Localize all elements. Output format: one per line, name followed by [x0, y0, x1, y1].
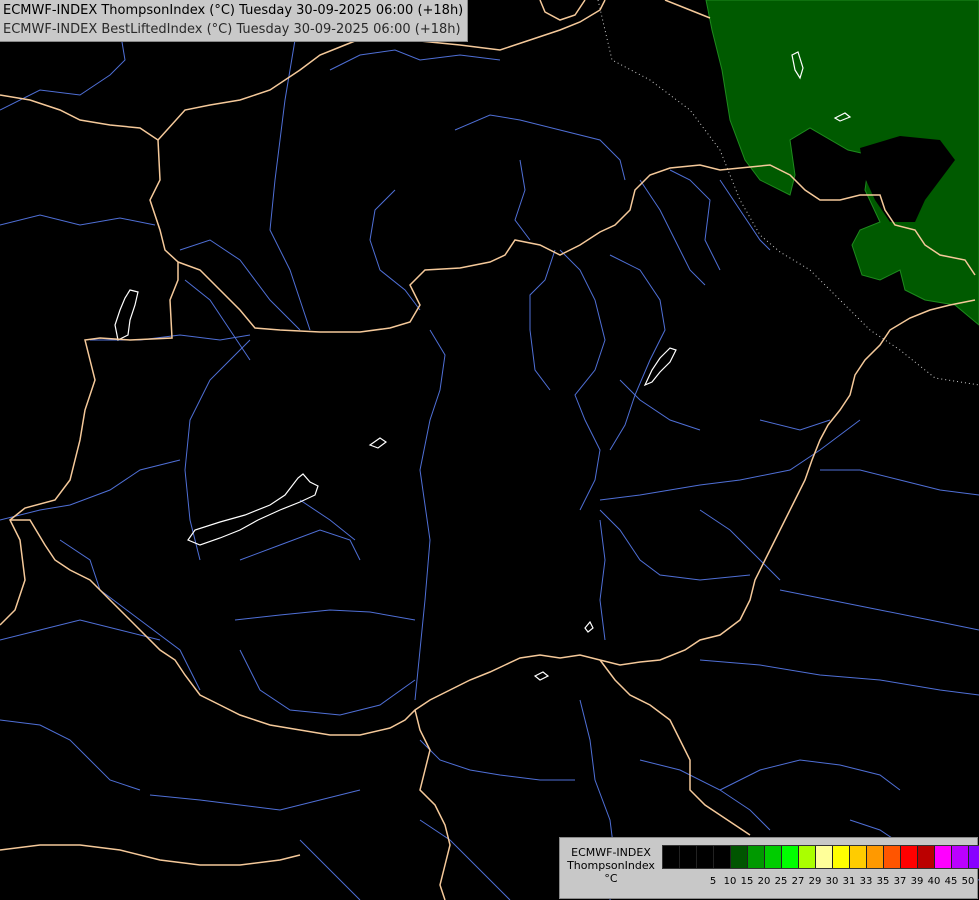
map-title-box: ECMWF-INDEX ThompsonIndex (°C) Tuesday 3…: [0, 0, 469, 42]
legend-swatch: [935, 846, 952, 868]
legend-swatch: [884, 846, 901, 868]
legend-swatch: [731, 846, 748, 868]
weather-map: [0, 0, 979, 900]
legend-parameter: ThompsonIndex: [567, 859, 655, 872]
legend-tick-label: 27: [791, 876, 805, 887]
legend-tick-label: 45: [944, 876, 958, 887]
legend-swatch: [850, 846, 867, 868]
legend-tick-label: 31: [842, 876, 856, 887]
legend-tick-label: 35: [876, 876, 890, 887]
legend-swatch: [799, 846, 816, 868]
legend-model: ECMWF-INDEX: [571, 846, 651, 859]
legend-tick-labels: 51015202527293031333537394045505560: [662, 876, 979, 890]
legend-swatch: [765, 846, 782, 868]
legend-swatch: [833, 846, 850, 868]
map-title-primary: ECMWF-INDEX ThompsonIndex (°C) Tuesday 3…: [3, 3, 464, 18]
legend-title: ECMWF-INDEX ThompsonIndex °C: [563, 846, 659, 885]
legend-swatch: [748, 846, 765, 868]
legend-tick-label: 20: [757, 876, 771, 887]
legend-swatch: [680, 846, 697, 868]
legend-tick-label: 50: [961, 876, 975, 887]
legend-swatch: [969, 846, 979, 868]
legend-swatch: [901, 846, 918, 868]
legend-tick-label: 15: [740, 876, 754, 887]
legend-tick-label: 30: [825, 876, 839, 887]
legend-swatch: [952, 846, 969, 868]
legend-tick-label: 25: [774, 876, 788, 887]
map-title-secondary: ECMWF-INDEX BestLiftedIndex (°C) Tuesday…: [3, 22, 461, 37]
legend-tick-label: 39: [910, 876, 924, 887]
legend-tick-label: 5: [709, 876, 717, 887]
legend-tick-label: 40: [927, 876, 941, 887]
legend-tick-label: 29: [808, 876, 822, 887]
color-legend: ECMWF-INDEX ThompsonIndex °C 5 10 15 20 25 27…: [559, 837, 979, 899]
legend-tick-label: 33: [859, 876, 873, 887]
legend-swatch: [867, 846, 884, 868]
legend-unit: °C: [604, 872, 618, 885]
legend-tick-label: 37: [893, 876, 907, 887]
legend-swatch: [714, 846, 731, 868]
legend-swatch: [918, 846, 935, 868]
legend-swatch: [782, 846, 799, 868]
legend-swatch: [816, 846, 833, 868]
legend-tick-label: 10: [723, 876, 737, 887]
legend-swatch: [697, 846, 714, 868]
legend-swatch: [663, 846, 680, 868]
legend-colorbar: [662, 845, 979, 869]
